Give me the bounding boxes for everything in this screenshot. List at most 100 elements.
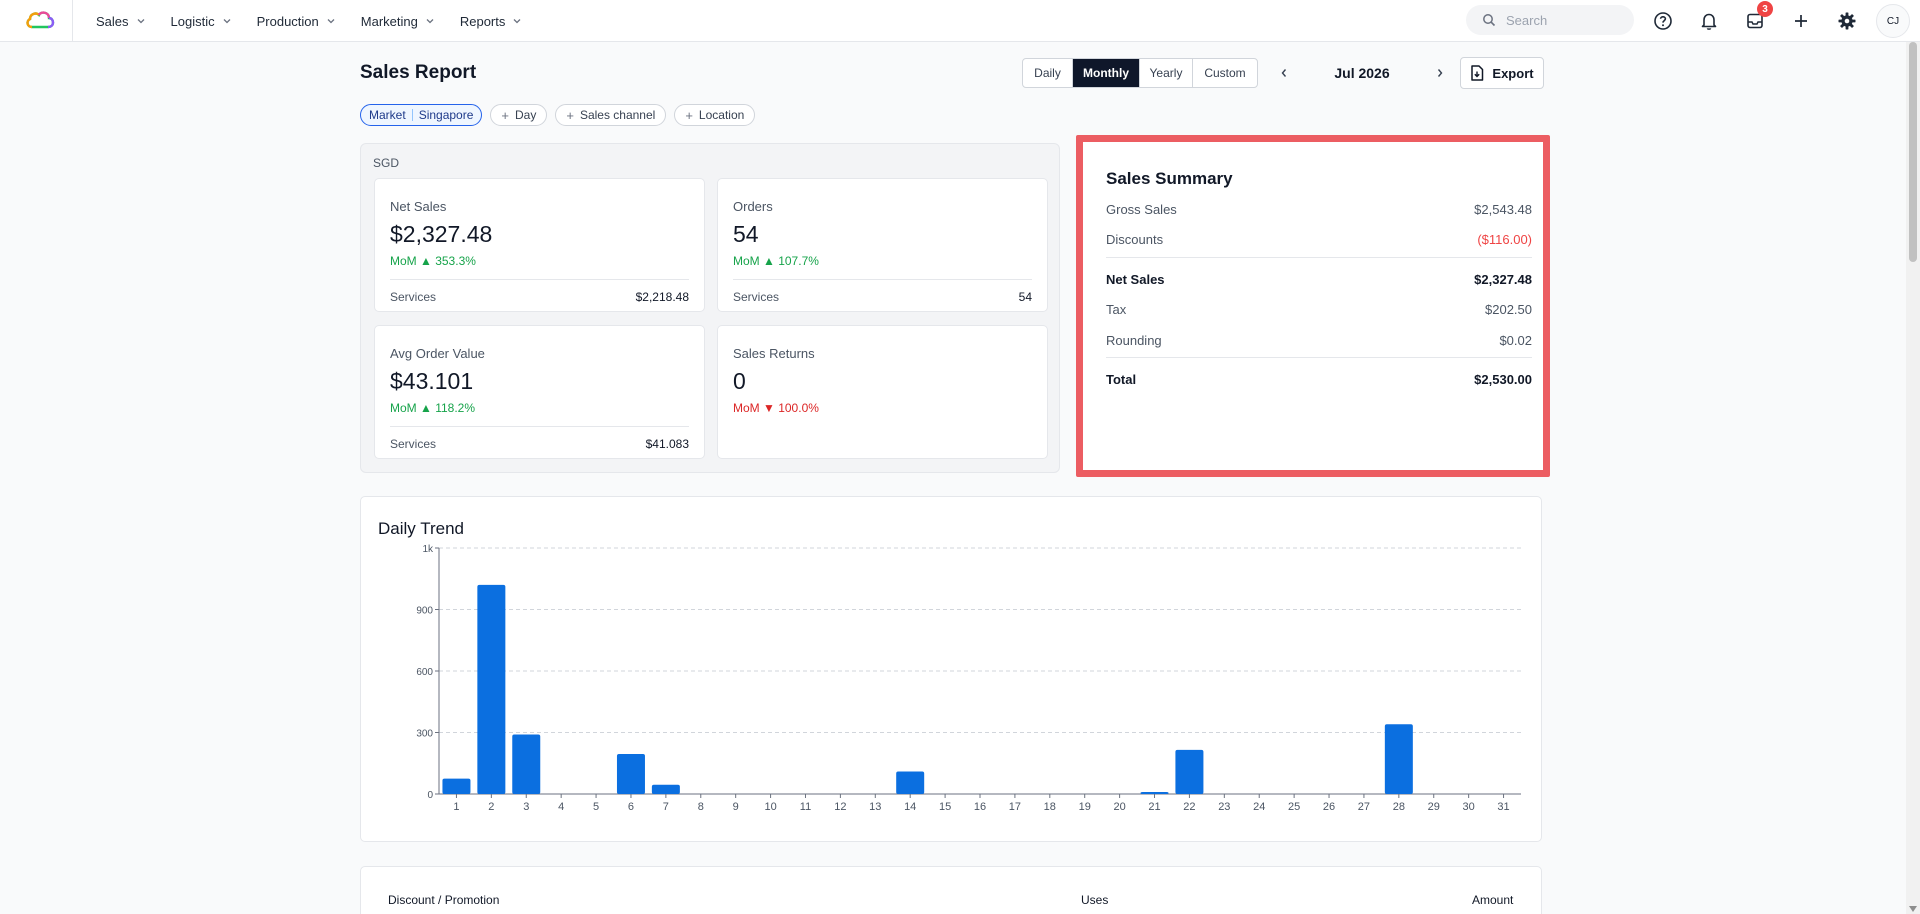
chevron-down-icon xyxy=(513,19,521,24)
chevron-right-icon xyxy=(1437,69,1443,77)
currency-label: SGD xyxy=(373,156,400,170)
x-tick-label: 23 xyxy=(1218,801,1230,813)
kpi-change: MoM ▼ 100.0% xyxy=(733,401,819,415)
x-tick-label: 7 xyxy=(663,801,669,813)
help-circle-icon xyxy=(1654,12,1672,30)
avg-order-value-card[interactable]: Avg Order Value $43.101 MoM ▲ 118.2% Ser… xyxy=(374,325,705,459)
x-tick-label: 16 xyxy=(974,801,986,813)
discount-table-panel: Discount / Promotion Uses Amount xyxy=(360,866,1542,914)
column-header-amount: Amount xyxy=(1472,893,1514,907)
sales-summary-title: Sales Summary xyxy=(1106,169,1233,188)
add-day-filter-chip[interactable]: + Day xyxy=(490,104,548,126)
chevron-left-icon xyxy=(1281,69,1287,77)
export-button[interactable]: Export xyxy=(1460,57,1544,89)
chevron-down-icon xyxy=(327,19,335,24)
bar-day-28 xyxy=(1384,724,1413,794)
x-tick-label: 14 xyxy=(904,801,916,813)
net-sales-row: Net Sales $2,327.48 xyxy=(1106,272,1532,287)
market-filter-value: Singapore xyxy=(418,108,474,122)
add-button[interactable] xyxy=(1789,9,1813,33)
x-tick-label: 19 xyxy=(1079,801,1091,813)
bar-day-2 xyxy=(477,584,506,794)
settings-button[interactable] xyxy=(1835,9,1859,33)
net-sales-card[interactable]: Net Sales $2,327.48 MoM ▲ 353.3% Service… xyxy=(374,178,705,312)
x-tick-label: 22 xyxy=(1183,801,1195,813)
divider xyxy=(1106,257,1532,258)
search-icon xyxy=(1483,14,1496,27)
search-box[interactable] xyxy=(1466,5,1634,35)
nav-item-logistic[interactable]: Logistic xyxy=(171,14,231,29)
cloud-logo-icon[interactable] xyxy=(24,8,56,32)
add-sales-channel-filter-chip[interactable]: + Sales channel xyxy=(555,104,667,126)
page-title: Sales Report xyxy=(360,62,477,83)
period-daily-button[interactable]: Daily xyxy=(1023,59,1073,87)
chevron-down-icon xyxy=(137,19,144,24)
kpi-footer-value: $41.083 xyxy=(645,437,689,451)
search-input[interactable] xyxy=(1506,12,1616,28)
top-navigation-bar: Sales Logistic Production Marketing Repo… xyxy=(0,0,1920,42)
help-button[interactable] xyxy=(1651,9,1675,33)
kpi-change: MoM ▲ 107.7% xyxy=(733,254,819,268)
kpi-footer-label: Services xyxy=(390,437,437,451)
divider xyxy=(1106,357,1532,358)
x-tick-label: 8 xyxy=(698,801,704,813)
avatar[interactable]: CJ xyxy=(1876,4,1910,38)
kpi-label: Sales Returns xyxy=(733,346,815,361)
nav-item-production[interactable]: Production xyxy=(257,14,335,29)
period-granularity-toggle: Daily Monthly Yearly Custom xyxy=(1022,58,1258,88)
nav-item-label: Production xyxy=(256,13,319,29)
nav-item-marketing[interactable]: Marketing xyxy=(361,14,434,29)
filter-chip-label: Location xyxy=(698,108,745,122)
kpi-value: $2,327.48 xyxy=(390,221,493,247)
sales-returns-card[interactable]: Sales Returns 0 MoM ▼ 100.0% xyxy=(717,325,1048,459)
notifications-button[interactable] xyxy=(1697,9,1721,33)
x-tick-label: 21 xyxy=(1148,801,1160,813)
daily-trend-chart: 03006009001k1 2 3 4 5 6 7 8 9 10 11 12 13 14 15 16 17 18 1… xyxy=(416,544,1521,813)
file-export-icon xyxy=(1471,65,1484,81)
next-period-button[interactable] xyxy=(1428,58,1452,88)
orders-card[interactable]: Orders 54 MoM ▲ 107.7% Services 54 xyxy=(717,178,1048,312)
x-tick-label: 11 xyxy=(800,801,811,813)
rounding-row: Rounding $0.02 xyxy=(1106,333,1532,348)
bar-day-22 xyxy=(1175,749,1204,794)
x-tick-label: 26 xyxy=(1323,801,1335,813)
kpi-footer-value: 54 xyxy=(1018,290,1032,304)
page-scrollbar[interactable] xyxy=(1906,42,1920,914)
current-period-label: Jul 2026 xyxy=(1334,65,1390,81)
previous-period-button[interactable] xyxy=(1272,58,1296,88)
market-filter-chip[interactable]: Market Singapore xyxy=(360,104,483,126)
period-monthly-button[interactable]: Monthly xyxy=(1073,59,1140,87)
scroll-down-arrow-icon[interactable] xyxy=(1909,906,1917,912)
plus-icon: + xyxy=(685,107,693,123)
x-tick-label: 6 xyxy=(628,801,634,813)
inbox-button[interactable]: 3 xyxy=(1743,1,1773,33)
total-row: Total $2,530.00 xyxy=(1106,372,1532,387)
x-tick-label: 10 xyxy=(764,801,776,813)
kpi-value: $43.101 xyxy=(390,368,474,394)
y-tick-label: 1k xyxy=(422,544,434,555)
nav-item-reports[interactable]: Reports xyxy=(460,14,522,29)
bar-day-21 xyxy=(1140,791,1169,794)
nav-item-sales[interactable]: Sales xyxy=(96,14,145,29)
scrollbar-thumb[interactable] xyxy=(1909,42,1917,262)
period-custom-button[interactable]: Custom xyxy=(1193,59,1257,87)
row-value: $2,530.00 xyxy=(1474,372,1532,387)
row-value: $2,327.48 xyxy=(1474,272,1532,287)
row-value: $202.50 xyxy=(1485,302,1532,317)
row-label: Discounts xyxy=(1106,232,1164,247)
period-navigator: Jul 2026 xyxy=(1272,58,1452,88)
kpi-footer-label: Services xyxy=(733,290,780,304)
filter-bar: Market Singapore + Day + Sales channel +… xyxy=(360,104,756,126)
chevron-down-icon xyxy=(223,19,231,24)
x-tick-label: 12 xyxy=(834,801,846,813)
x-tick-label: 24 xyxy=(1253,801,1265,813)
kpi-change: MoM ▲ 118.2% xyxy=(390,401,476,415)
period-yearly-button[interactable]: Yearly xyxy=(1140,59,1193,87)
kpi-footer: Services $41.083 xyxy=(390,426,689,451)
row-value: $2,543.48 xyxy=(1474,202,1532,217)
x-tick-label: 28 xyxy=(1393,801,1405,813)
kpi-footer: Services $2,218.48 xyxy=(390,279,689,304)
x-tick-label: 5 xyxy=(593,801,599,813)
add-location-filter-chip[interactable]: + Location xyxy=(674,104,756,126)
column-header-discount: Discount / Promotion xyxy=(388,893,500,907)
